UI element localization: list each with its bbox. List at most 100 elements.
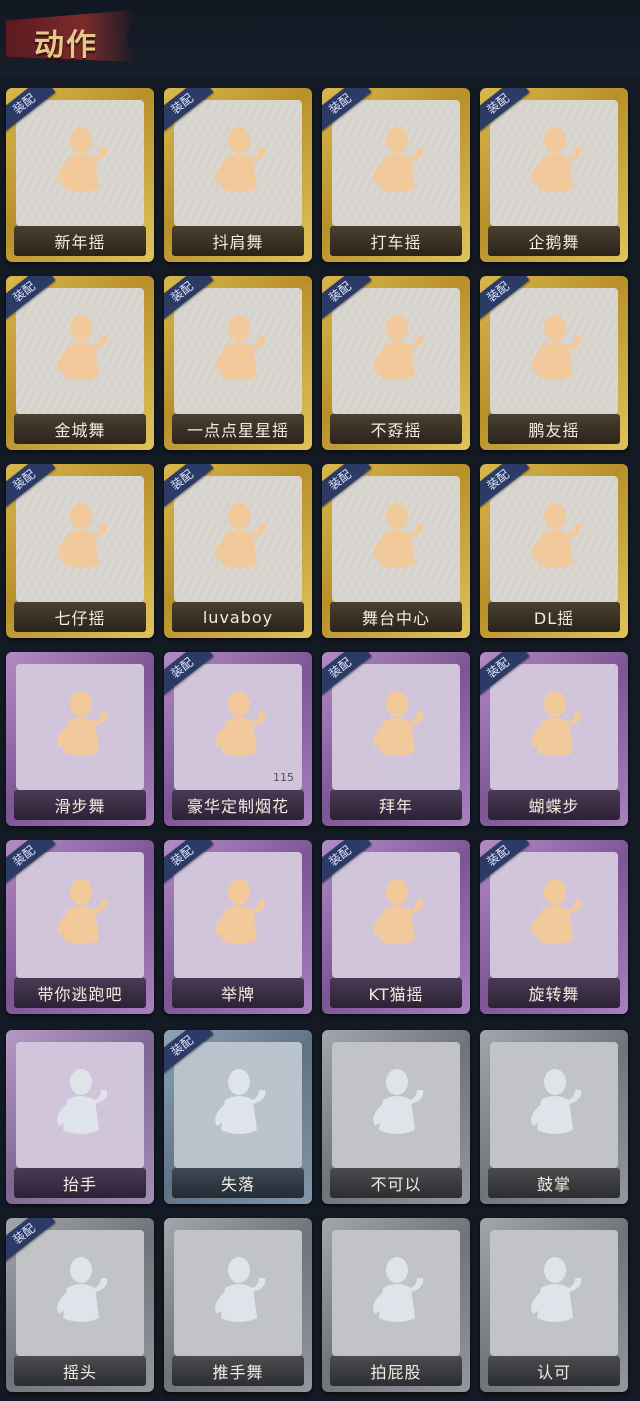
emote-card[interactable]: KT猫摇 装配	[322, 840, 470, 1014]
dance-pose-icon	[45, 306, 115, 396]
emote-label: 拍屁股	[330, 1356, 462, 1386]
spin-pose-icon	[519, 870, 589, 960]
card-artwork	[332, 288, 460, 414]
emote-card[interactable]: 滑步舞	[6, 652, 154, 826]
header-bar: 动作	[0, 0, 640, 78]
emote-label: 滑步舞	[14, 790, 146, 820]
emote-card[interactable]: 金城舞 装配	[6, 276, 154, 450]
emote-card[interactable]: 鼓掌	[480, 1030, 628, 1204]
emote-label: 失落	[172, 1168, 304, 1198]
emote-card[interactable]: 失落 装配	[164, 1030, 312, 1204]
page-title: 动作	[34, 28, 98, 63]
head-shake-icon	[45, 1248, 115, 1338]
card-artwork	[332, 476, 460, 602]
dance-pose-icon	[45, 870, 115, 960]
dance-pose-icon	[361, 494, 431, 584]
emote-card[interactable]: 拜年 装配	[322, 652, 470, 826]
raise-hand-icon	[45, 1060, 115, 1150]
card-artwork	[16, 100, 144, 226]
emote-label: 鹏友摇	[488, 414, 620, 444]
emote-label: 打车摇	[330, 226, 462, 256]
dance-pose-icon	[203, 494, 273, 584]
card-artwork	[16, 852, 144, 978]
card-artwork	[490, 476, 618, 602]
emote-card[interactable]: 带你逃跑吧 装配	[6, 840, 154, 1014]
card-artwork	[490, 852, 618, 978]
dance-pose-icon	[203, 118, 273, 208]
emote-card[interactable]: 旋转舞 装配	[480, 840, 628, 1014]
card-artwork	[332, 1042, 460, 1168]
emote-label: 新年摇	[14, 226, 146, 256]
emote-label: 金城舞	[14, 414, 146, 444]
dance-pose-icon	[519, 682, 589, 772]
fireworks-icon	[203, 682, 273, 772]
finger-wag-icon	[361, 1060, 431, 1150]
emote-card[interactable]: 抖肩舞 装配	[164, 88, 312, 262]
emote-card[interactable]: DL摇 装配	[480, 464, 628, 638]
card-artwork	[16, 476, 144, 602]
emote-card[interactable]: 鹏友摇 装配	[480, 276, 628, 450]
card-artwork	[174, 288, 302, 414]
card-artwork	[174, 852, 302, 978]
emote-label: 举牌	[172, 978, 304, 1008]
emote-card[interactable]: 新年摇 装配	[6, 88, 154, 262]
spank-pose-icon	[361, 1248, 431, 1338]
dance-pose-icon	[519, 494, 589, 584]
emote-card[interactable]: 举牌 装配	[164, 840, 312, 1014]
emote-label: 鼓掌	[488, 1168, 620, 1198]
emote-label: 舞台中心	[330, 602, 462, 632]
card-artwork	[174, 1042, 302, 1168]
card-artwork	[174, 476, 302, 602]
emote-label: 抖肩舞	[172, 226, 304, 256]
bow-pose-icon	[361, 682, 431, 772]
card-artwork	[174, 1230, 302, 1356]
emote-label: 推手舞	[172, 1356, 304, 1386]
emote-label: 七仔摇	[14, 602, 146, 632]
card-artwork	[16, 664, 144, 790]
emote-label: luvaboy	[172, 602, 304, 632]
card-artwork	[332, 664, 460, 790]
emote-card[interactable]: 不可以	[322, 1030, 470, 1204]
item-count: 115	[273, 771, 294, 784]
clap-icon	[519, 1060, 589, 1150]
emote-label: KT猫摇	[330, 978, 462, 1008]
emote-card[interactable]: 115 豪华定制烟花 装配	[164, 652, 312, 826]
emote-label: 蝴蝶步	[488, 790, 620, 820]
emote-label: 抬手	[14, 1168, 146, 1198]
emote-label: 不可以	[330, 1168, 462, 1198]
emote-label: 认可	[488, 1356, 620, 1386]
push-hands-icon	[203, 1248, 273, 1338]
emote-card[interactable]: 蝴蝶步 装配	[480, 652, 628, 826]
dance-pose-icon	[361, 306, 431, 396]
emote-card[interactable]: luvaboy 装配	[164, 464, 312, 638]
dance-pose-icon	[519, 118, 589, 208]
card-artwork	[16, 1230, 144, 1356]
emote-card[interactable]: 舞台中心 装配	[322, 464, 470, 638]
emote-label: 不孬摇	[330, 414, 462, 444]
emote-label: 一点点星星摇	[172, 414, 304, 444]
emote-card[interactable]: 认可	[480, 1218, 628, 1392]
dance-pose-icon	[519, 306, 589, 396]
card-artwork	[174, 100, 302, 226]
emote-label: 旋转舞	[488, 978, 620, 1008]
emote-card[interactable]: 一点点星星摇 装配	[164, 276, 312, 450]
emote-card[interactable]: 企鹅舞 装配	[480, 88, 628, 262]
dance-pose-icon	[361, 870, 431, 960]
dance-pose-icon	[45, 682, 115, 772]
card-artwork	[490, 664, 618, 790]
dance-pose-icon	[203, 306, 273, 396]
card-artwork	[490, 1230, 618, 1356]
card-artwork	[16, 288, 144, 414]
emote-card[interactable]: 抬手	[6, 1030, 154, 1204]
emote-card[interactable]: 推手舞	[164, 1218, 312, 1392]
emote-card[interactable]: 打车摇 装配	[322, 88, 470, 262]
card-artwork	[490, 1042, 618, 1168]
emote-card[interactable]: 不孬摇 装配	[322, 276, 470, 450]
emote-card[interactable]: 摇头 装配	[6, 1218, 154, 1392]
sign-pose-icon	[203, 870, 273, 960]
dance-pose-icon	[361, 118, 431, 208]
emote-card[interactable]: 七仔摇 装配	[6, 464, 154, 638]
dance-pose-icon	[45, 494, 115, 584]
emote-card[interactable]: 拍屁股	[322, 1218, 470, 1392]
card-artwork	[332, 100, 460, 226]
